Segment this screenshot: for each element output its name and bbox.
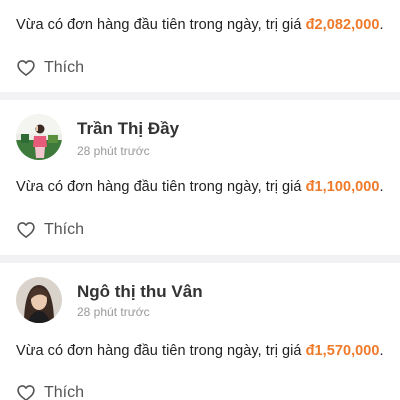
like-button[interactable]: Thích (16, 383, 84, 400)
heart-outline-icon (17, 60, 35, 76)
post-time: 28 phút trước (77, 144, 150, 158)
order-feed: Vừa có đơn hàng đầu tiên trong ngày, trị… (0, 0, 400, 400)
like-label: Thích (44, 384, 85, 400)
order-amount: đ1,100,000 (305, 179, 380, 195)
post-message: Vừa có đơn hàng đầu tiên trong ngày, trị… (16, 17, 384, 33)
avatar-photo (16, 114, 62, 160)
heart-outline-icon (17, 222, 35, 238)
feed-post: Trần Thị Đầy 28 phút trước Vừa có đơn hà… (0, 100, 400, 255)
order-amount: đ2,082,000 (305, 17, 380, 33)
author-name[interactable]: Ngô thị thu Vân (77, 282, 203, 302)
heart-outline-icon (17, 385, 35, 400)
avatar[interactable] (16, 277, 62, 323)
post-divider (0, 255, 400, 263)
post-time: 28 phút trước (77, 305, 150, 319)
avatar[interactable] (16, 114, 62, 160)
order-amount: đ1,570,000 (305, 343, 380, 359)
avatar-photo (16, 277, 62, 323)
like-button[interactable]: Thích (16, 58, 84, 78)
like-label: Thích (44, 221, 85, 238)
post-message: Vừa có đơn hàng đầu tiên trong ngày, trị… (16, 343, 384, 359)
post-message: Vừa có đơn hàng đầu tiên trong ngày, trị… (16, 179, 384, 195)
author-name[interactable]: Trần Thị Đầy (77, 119, 179, 139)
post-divider (0, 92, 400, 100)
like-button[interactable]: Thích (16, 220, 84, 240)
feed-post: Vừa có đơn hàng đầu tiên trong ngày, trị… (0, 0, 400, 92)
feed-post: Ngô thị thu Vân 28 phút trước Vừa có đơn… (0, 263, 400, 400)
like-label: Thích (44, 59, 85, 76)
